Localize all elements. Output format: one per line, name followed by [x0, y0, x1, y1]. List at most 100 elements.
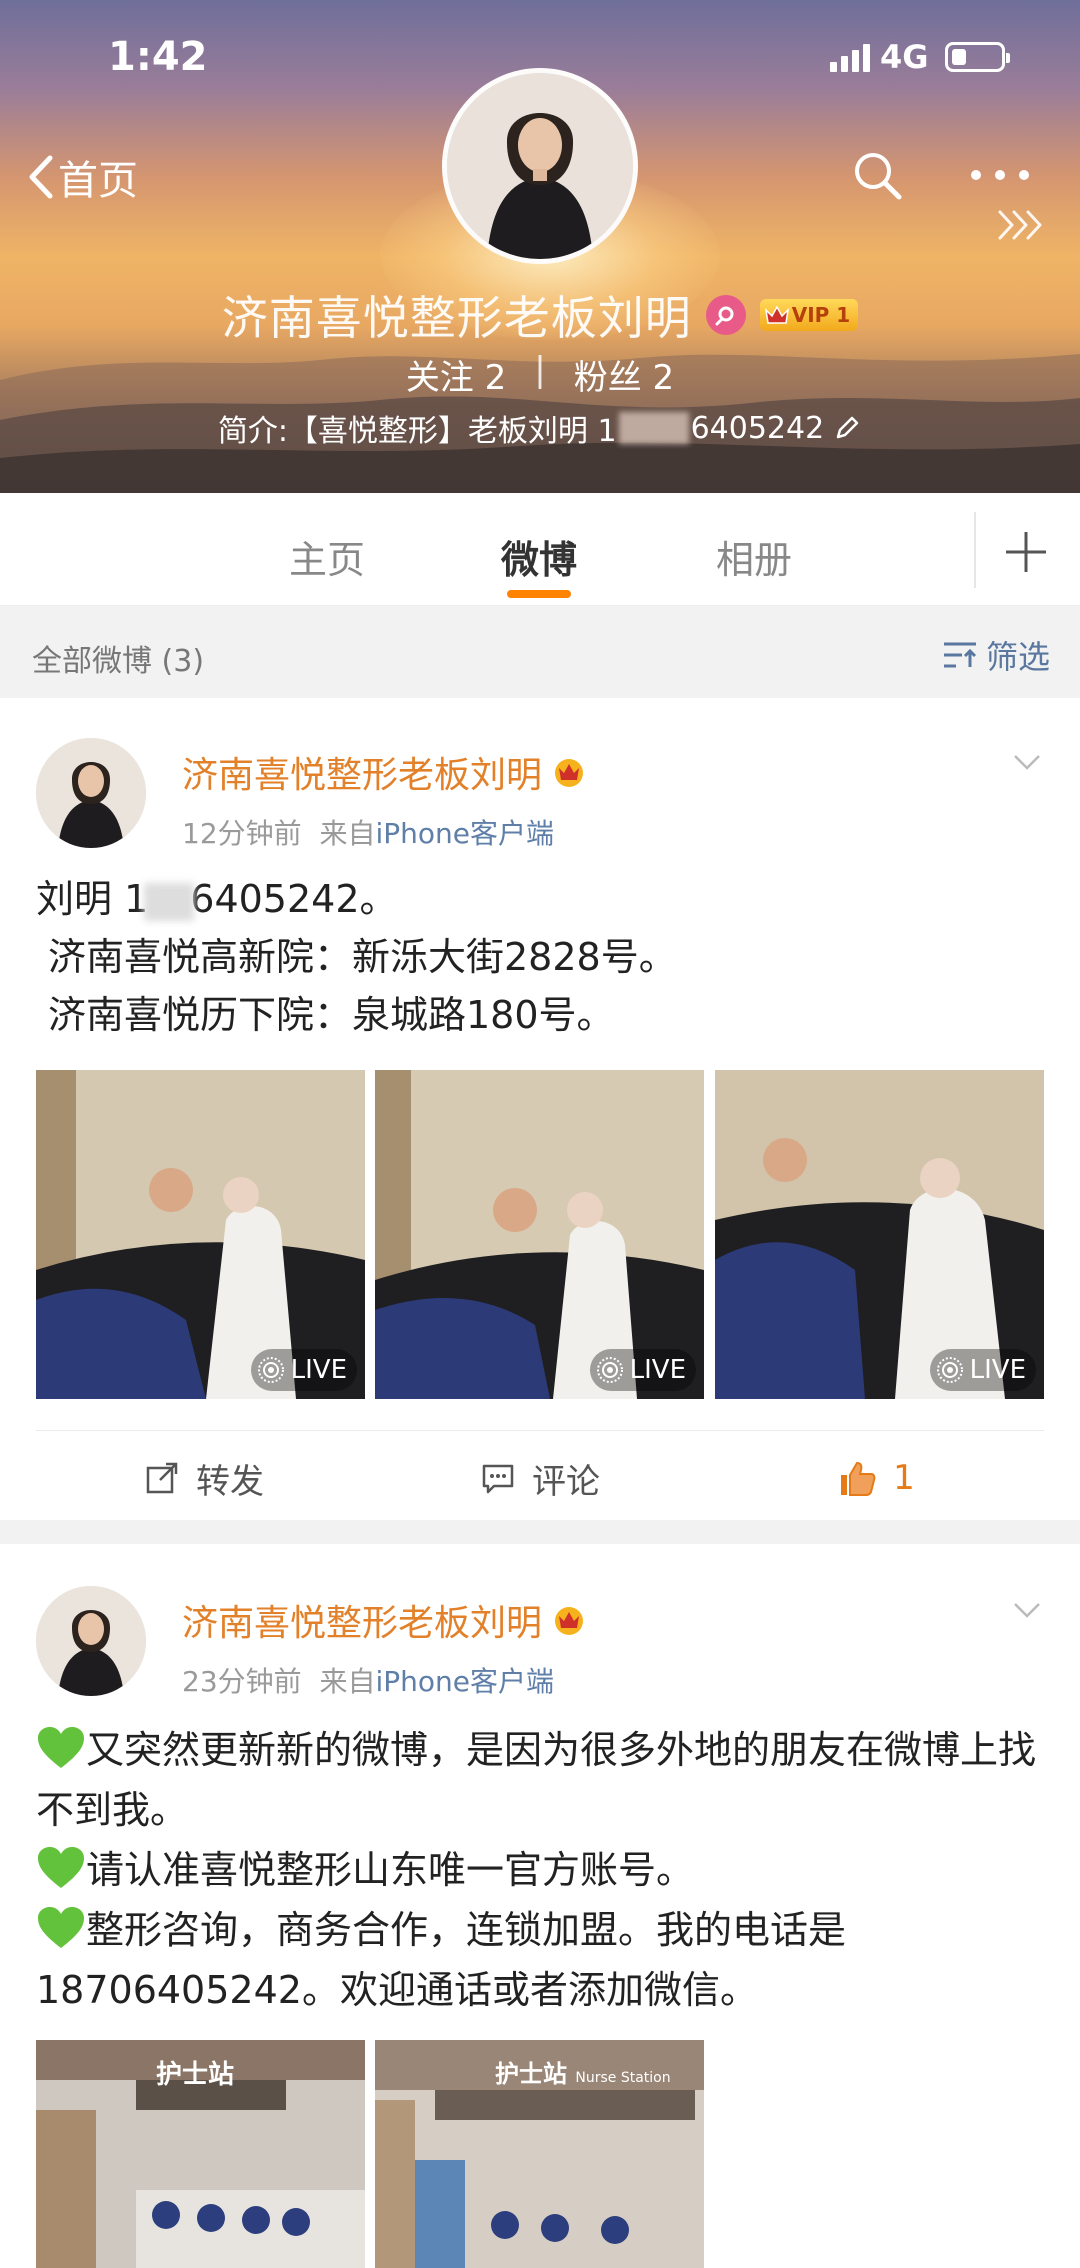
double-chevron-right-icon[interactable] [996, 208, 1048, 242]
author-photo [36, 1586, 146, 1696]
more-icon[interactable] [968, 160, 1032, 190]
live-label: LIVE [969, 1355, 1026, 1385]
green-heart-icon [38, 1907, 84, 1948]
chevron-left-icon [29, 155, 53, 199]
tab-divider [974, 512, 976, 588]
vip-badge[interactable]: VIP 1 [759, 299, 859, 331]
live-badge: LIVE [250, 1349, 357, 1391]
chevron-down-icon[interactable] [1012, 752, 1042, 772]
profile-intro[interactable]: 简介:【喜悦整形】老板刘明 1 6405242 [0, 406, 1080, 450]
tab-home[interactable]: 主页 [289, 529, 365, 584]
vip-label: VIP 1 [791, 303, 851, 327]
plus-icon[interactable] [996, 522, 1056, 582]
blurred-digits [144, 882, 195, 921]
avatar-photo [447, 73, 633, 259]
source-prefix: 来自 [319, 817, 376, 850]
verified-badge-icon[interactable] [705, 295, 746, 335]
green-heart-icon [38, 1847, 84, 1888]
watermark: 灰产圈 [920, 2210, 1058, 2254]
signal-icon [830, 42, 870, 72]
status-time: 1:42 [108, 34, 208, 80]
follow-counts: 关注 2 | 粉丝 2 [0, 350, 1080, 399]
post-line-1: 又突然更新新的微博，是因为很多外地的朋友在微博上找不到我。 [36, 1728, 1037, 1832]
post-avatar[interactable] [36, 1586, 146, 1696]
followers-stat[interactable]: 粉丝 2 [574, 350, 674, 399]
post-separator [0, 1520, 1080, 1544]
profile-name-row: 济南喜悦整形老板刘明 VIP 1 [0, 282, 1080, 348]
post-time: 23分钟前 [182, 1665, 302, 1698]
post-photo[interactable]: LIVE [715, 1070, 1044, 1399]
live-photo-icon [936, 1357, 963, 1383]
profile-name: 济南喜悦整形老板刘明 [221, 291, 692, 345]
author-name[interactable]: 济南喜悦整形老板刘明 [182, 1594, 542, 1646]
vip-crown-icon [555, 759, 584, 787]
like-button[interactable]: 1 [708, 1458, 1044, 1498]
post-count-label: 全部微博 (3) [32, 644, 205, 679]
post-line-1b: 6405242。 [190, 877, 398, 921]
count-divider: | [534, 350, 546, 390]
repost-label: 转发 [196, 1461, 264, 1502]
live-badge: LIVE [589, 1349, 696, 1391]
back-label: 首页 [58, 158, 138, 204]
filter-icon [944, 642, 977, 668]
profile-avatar[interactable] [442, 68, 638, 264]
post-paragraph: 请认准喜悦整形山东唯一官方账号。 [36, 1840, 1046, 1900]
post-body: 刘明 1 6405242。 济南喜悦高新院：新泺大街2828号。 济南喜悦历下院：… [36, 870, 1046, 1044]
post-photo[interactable]: 护士站 [36, 2040, 365, 2268]
edit-icon[interactable] [832, 413, 862, 443]
blurred-digits [618, 412, 689, 444]
live-label: LIVE [290, 1355, 347, 1385]
following-label: 关注 [405, 358, 474, 398]
post-body: 又突然更新新的微博，是因为很多外地的朋友在微博上找不到我。 请认准喜悦整形山东唯… [36, 1720, 1046, 2020]
comment-button[interactable]: 评论 [372, 1454, 708, 1503]
followers-count: 2 [652, 358, 675, 398]
author-row: 济南喜悦整形老板刘明 [182, 1594, 586, 1646]
live-photo-icon [257, 1357, 284, 1383]
profile-screen: { "status_bar": {"time": "1:42", "networ… [0, 0, 1080, 2268]
post-photo[interactable]: 护士站 Nurse Station [375, 2040, 704, 2268]
post-photo[interactable]: LIVE [36, 1070, 365, 1399]
crown-icon [764, 305, 789, 324]
post-source[interactable]: iPhone客户端 [375, 817, 554, 850]
author-name[interactable]: 济南喜悦整形老板刘明 [182, 746, 542, 798]
post-time: 12分钟前 [182, 817, 302, 850]
post-actions: 转发 评论 1 [36, 1430, 1044, 1525]
thumbs-up-icon [841, 1461, 876, 1496]
tab-weibo[interactable]: 微博 [501, 529, 577, 584]
filter-button[interactable]: 筛选 [942, 632, 1050, 678]
following-count: 2 [484, 358, 507, 398]
repost-icon [146, 1462, 178, 1494]
watermark-text: 灰产圈 [968, 2218, 1058, 2253]
network-type: 4G [880, 38, 929, 76]
intro-text-prefix: 简介:【喜悦整形】老板刘明 1 [217, 414, 617, 449]
source-prefix: 来自 [319, 1665, 376, 1698]
post-meta: 23分钟前 来自iPhone客户端 [182, 1660, 554, 1700]
comment-label: 评论 [532, 1461, 600, 1502]
repost-button[interactable]: 转发 [36, 1454, 372, 1503]
chevron-down-icon[interactable] [1012, 1600, 1042, 1620]
post-avatar[interactable] [36, 738, 146, 848]
post-photo[interactable]: LIVE [375, 1070, 704, 1399]
live-badge: LIVE [929, 1349, 1036, 1391]
sign-cn: 护士站 [495, 2060, 567, 2088]
back-button[interactable]: 首页 [28, 148, 138, 206]
search-icon[interactable] [850, 148, 904, 202]
post-paragraph: 又突然更新新的微博，是因为很多外地的朋友在微博上找不到我。 [36, 1720, 1046, 1840]
author-photo [36, 738, 146, 848]
post-line-2: 济南喜悦高新院：新泺大街2828号。 [48, 935, 677, 979]
post-source[interactable]: iPhone客户端 [375, 1665, 554, 1698]
live-photo-icon [596, 1357, 623, 1383]
filter-label: 筛选 [986, 638, 1051, 676]
author-row: 济南喜悦整形老板刘明 [182, 746, 586, 798]
following-stat[interactable]: 关注 2 [406, 350, 506, 399]
post-paragraph: 整形咨询，商务合作，连锁加盟。我的电话是18706405242。欢迎通话或者添加… [36, 1900, 1046, 2020]
followers-label: 粉丝 [573, 358, 642, 398]
nurse-station-sign: 护士站 Nurse Station [495, 2054, 671, 2089]
post-line: 刘明 1 6405242。 [36, 870, 1046, 928]
like-count: 1 [893, 1458, 915, 1498]
post-line-1a: 刘明 1 [36, 877, 149, 921]
sign-en: Nurse Station [575, 2070, 671, 2086]
tab-album[interactable]: 相册 [716, 529, 792, 584]
post-meta: 12分钟前 来自iPhone客户端 [182, 812, 554, 852]
comment-icon [482, 1464, 514, 1494]
